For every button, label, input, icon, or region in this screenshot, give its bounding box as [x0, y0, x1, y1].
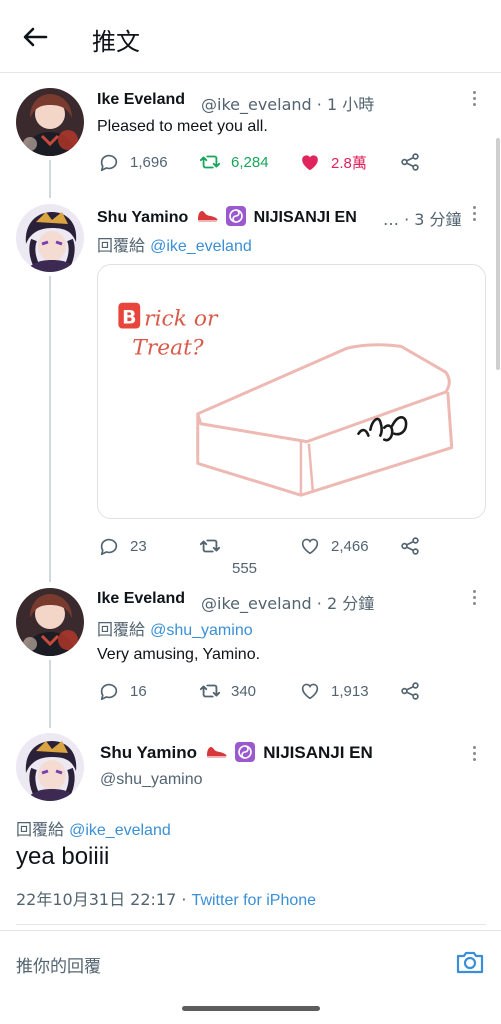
yin-yang-emoji-icon [235, 742, 256, 762]
reply-handle-link[interactable]: @shu_yamino [150, 622, 253, 639]
share-button[interactable] [399, 679, 431, 703]
brick-or-treat-drawing: B rick or Treat? [118, 302, 454, 497]
retweet-button[interactable] [199, 534, 231, 558]
sneaker-emoji-icon [206, 747, 227, 758]
retweet-count: 555 [232, 559, 258, 577]
thread-connector [49, 276, 51, 582]
scrollbar[interactable] [496, 138, 500, 370]
avatar[interactable] [16, 733, 84, 801]
main-tweet-text: yea boiiii [16, 843, 110, 870]
main-author-name[interactable]: Shu Yamino NIJISANJI EN [100, 742, 373, 763]
like-button[interactable]: 2.8萬 [299, 150, 367, 174]
like-button[interactable]: 2,466 [299, 534, 369, 558]
share-icon [401, 537, 419, 555]
reply-input[interactable]: 推你的回覆 [16, 952, 101, 977]
reply-context: 回覆給 @ike_eveland [16, 816, 171, 840]
reply-prefix: 回覆給 [16, 820, 70, 839]
retweet-icon [199, 155, 221, 169]
retweet-icon [199, 684, 221, 698]
drawing-caption-line2: Treat? [132, 335, 204, 360]
tweet-meta: @ike_eveland · 2 分鐘 [201, 594, 375, 613]
tweet-meta: … · 3 分鐘 [383, 210, 462, 229]
client-link[interactable]: Twitter for iPhone [192, 892, 317, 909]
speech-bubble-icon [100, 154, 118, 172]
reply-handle-link[interactable]: @ike_eveland [69, 822, 171, 839]
back-button[interactable] [20, 22, 50, 52]
author-name[interactable]: Ike Eveland [97, 590, 185, 608]
reply-context: 回覆給 @ike_eveland [97, 232, 252, 256]
reply-count: 1,696 [130, 153, 168, 171]
sneaker-emoji-icon [197, 211, 218, 222]
reply-count: 23 [130, 537, 147, 555]
camera-button[interactable] [455, 949, 485, 975]
retweet-button[interactable]: 340 [199, 679, 256, 703]
reply-count: 16 [130, 682, 147, 700]
reply-compose-bar[interactable]: 推你的回覆 [0, 930, 501, 988]
speech-bubble-icon [100, 538, 118, 556]
retweet-count: 6,284 [231, 153, 269, 171]
author-name[interactable]: Ike Eveland [97, 91, 185, 109]
reply-prefix: 回覆給 [97, 236, 151, 255]
divider [16, 924, 486, 925]
author-affiliation: NIJISANJI EN [253, 209, 357, 226]
retweet-count: 340 [231, 682, 257, 700]
main-author-handle[interactable]: @shu_yamino [100, 771, 203, 789]
tweet-meta: @ike_eveland · 1 小時 [201, 95, 375, 114]
share-icon [401, 682, 419, 700]
author-affiliation: NIJISANJI EN [263, 743, 373, 762]
reply-prefix: 回覆給 [97, 620, 151, 639]
thread-connector [49, 660, 51, 728]
more-options-button[interactable] [470, 89, 478, 111]
tweet-image[interactable]: B rick or Treat? [97, 264, 486, 519]
more-options-button[interactable] [470, 204, 478, 226]
share-button[interactable] [399, 150, 431, 174]
camera-icon [456, 951, 484, 974]
like-count: 2.8萬 [331, 154, 367, 172]
page-title: 推文 [92, 28, 140, 56]
heart-icon [301, 538, 319, 555]
reply-handle-link[interactable]: @ike_eveland [150, 238, 252, 255]
share-button[interactable] [399, 534, 431, 558]
tweet-text: Very amusing, Yamino. [97, 646, 261, 663]
reply-button[interactable]: 16 [98, 679, 147, 703]
reply-button[interactable]: 23 [98, 534, 147, 558]
reply-button[interactable]: 1,696 [98, 150, 168, 174]
arrow-left-icon [23, 27, 48, 47]
author-name[interactable]: Shu Yamino NIJISANJI EN [97, 206, 357, 227]
timestamp-text: 22年10月31日 22:17 · [16, 890, 192, 909]
author-name-text: Shu Yamino [100, 743, 197, 762]
drawing-letter: B [122, 308, 136, 329]
avatar[interactable] [16, 88, 84, 156]
author-name-text: Shu Yamino [97, 209, 189, 226]
like-count: 1,913 [331, 682, 369, 700]
home-indicator[interactable] [182, 1006, 320, 1011]
tweet-timestamp: 22年10月31日 22:17 · Twitter for iPhone [16, 886, 316, 910]
avatar[interactable] [16, 204, 84, 272]
like-count: 2,466 [331, 537, 369, 555]
retweet-icon [199, 539, 221, 553]
more-options-button[interactable] [470, 588, 478, 610]
yin-yang-emoji-icon [226, 206, 247, 226]
thread-connector [49, 160, 51, 198]
more-options-button[interactable] [470, 744, 478, 766]
tweet-text: Pleased to meet you all. [97, 118, 268, 135]
retweet-button[interactable]: 6,284 [199, 150, 269, 174]
speech-bubble-icon [100, 683, 118, 701]
share-icon [401, 153, 419, 171]
avatar[interactable] [16, 588, 84, 656]
reply-context: 回覆給 @shu_yamino [97, 616, 253, 640]
heart-icon [301, 683, 319, 700]
top-app-bar: 推文 [0, 0, 501, 73]
heart-icon [302, 155, 318, 171]
drawing-caption-line1: rick or [144, 307, 219, 332]
like-button[interactable]: 1,913 [299, 679, 369, 703]
